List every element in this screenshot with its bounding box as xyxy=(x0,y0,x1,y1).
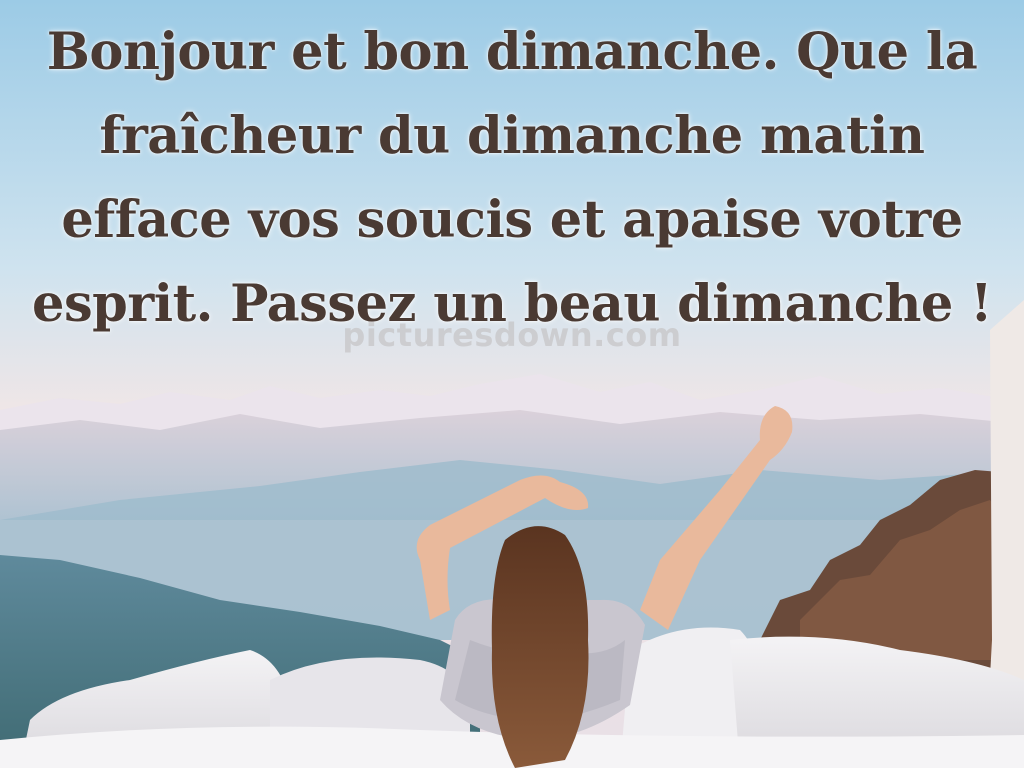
watermark-text: picturesdown.com xyxy=(342,316,682,354)
background-photo: Bonjour et bon dimanche. Que la fraîcheu… xyxy=(0,0,1024,768)
quote-line: fraîcheur du dimanche matin xyxy=(99,106,926,166)
greeting-quote: Bonjour et bon dimanche. Que la fraîcheu… xyxy=(0,10,1024,346)
quote-line: efface vos soucis et apaise votre xyxy=(61,190,963,250)
quote-line: Bonjour et bon dimanche. Que la xyxy=(46,22,978,82)
